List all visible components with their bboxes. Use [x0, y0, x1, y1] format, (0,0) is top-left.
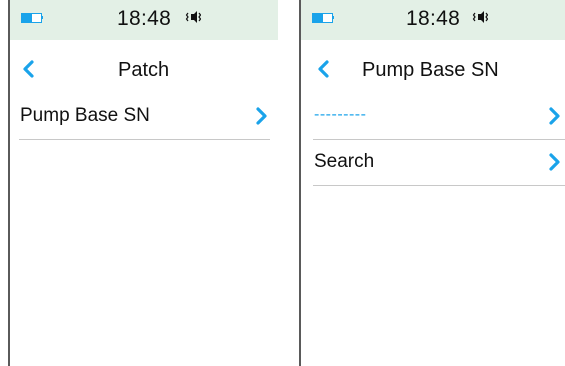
chevron-right-icon: [256, 107, 267, 125]
menu-list: Pump Base SN: [10, 94, 278, 140]
page-title: Patch: [118, 59, 170, 81]
status-time: 18:48: [117, 7, 172, 30]
pump-base-sn-screen: 18:48 Pump Base SN --------- Search: [299, 0, 565, 366]
battery-icon: [312, 13, 333, 23]
list-item-search[interactable]: Search: [313, 140, 565, 186]
battery-level-fill: [22, 14, 33, 22]
battery-level-fill: [313, 14, 324, 22]
status-bar: 18:48: [301, 0, 565, 40]
chevron-left-icon[interactable]: [22, 60, 34, 78]
nav-bar: Patch: [10, 40, 278, 94]
battery-tip: [41, 16, 43, 19]
chevron-right-icon: [549, 107, 560, 125]
page-title: Pump Base SN: [362, 59, 499, 81]
battery-icon: [21, 13, 42, 23]
status-time: 18:48: [406, 7, 461, 30]
chevron-right-icon: [549, 153, 560, 171]
vibrate-icon: [472, 11, 488, 23]
chevron-left-icon[interactable]: [317, 60, 329, 78]
patch-screen: 18:48 Patch Pump Base SN: [8, 0, 278, 366]
menu-list: --------- Search: [301, 94, 565, 186]
status-bar: 18:48: [10, 0, 278, 40]
nav-bar: Pump Base SN: [301, 40, 565, 94]
list-item-serial-number[interactable]: ---------: [313, 94, 565, 140]
list-item-pump-base-sn[interactable]: Pump Base SN: [19, 94, 270, 140]
list-item-label: Pump Base SN: [20, 105, 150, 126]
vibrate-icon: [185, 11, 201, 23]
list-item-label: Search: [314, 151, 375, 172]
battery-tip: [332, 16, 334, 19]
serial-number-placeholder: ---------: [314, 106, 367, 123]
